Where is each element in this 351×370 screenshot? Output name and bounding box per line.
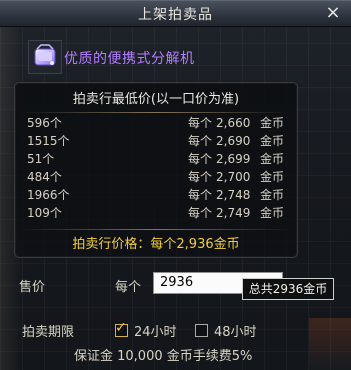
price-row: 1966个 每个 2,748 金币 xyxy=(27,186,297,204)
title-bar: 上架拍卖品 × xyxy=(0,0,351,27)
each-label: 每个 xyxy=(115,280,142,295)
total-price-tooltip: 总共2936金币 xyxy=(242,278,334,300)
deposit-fee-text: 保证金 10,000 金币手续费5% xyxy=(74,349,253,364)
row-currency: 金币 xyxy=(260,170,285,184)
row-each-label: 每个 xyxy=(188,206,213,220)
row-price: 2,749 xyxy=(216,206,251,220)
row-each-label: 每个 xyxy=(188,152,213,166)
row-each-label: 每个 xyxy=(188,188,213,202)
price-row: 596个 每个 2,660 金币 xyxy=(27,114,297,132)
row-currency: 金币 xyxy=(260,134,285,148)
row-quantity: 1966个 xyxy=(27,188,70,202)
row-each-label: 每个 xyxy=(188,116,213,130)
window-title: 上架拍卖品 xyxy=(138,7,213,23)
row-currency: 金币 xyxy=(260,188,285,202)
lowest-price-panel: 拍卖行最低价(以一口价为准) 596个 每个 2,660 金币 1515个 每个… xyxy=(14,82,298,258)
row-quantity: 1515个 xyxy=(27,134,70,148)
lowest-price-list: 596个 每个 2,660 金币 1515个 每个 2,690 金币 51个 每… xyxy=(27,114,297,222)
row-price: 2,660 xyxy=(216,116,251,130)
price-row: 51个 每个 2,699 金币 xyxy=(27,150,297,168)
row-currency: 金币 xyxy=(260,206,285,220)
price-row: 484个 每个 2,700 金币 xyxy=(27,168,297,186)
row-price: 2,699 xyxy=(216,152,251,166)
row-price: 2,748 xyxy=(216,188,251,202)
sell-price-label: 售价 xyxy=(19,280,46,295)
row-currency: 金币 xyxy=(260,116,285,130)
price-row: 1515个 每个 2,690 金币 xyxy=(27,132,297,150)
price-row: 109个 每个 2,749 金币 xyxy=(27,204,297,222)
period-48h-option[interactable]: 48小时 xyxy=(195,321,257,340)
period-48h-label: 48小时 xyxy=(214,325,257,340)
lowest-price-header: 拍卖行最低价(以一口价为准) xyxy=(15,83,297,113)
right-edge-accent xyxy=(309,318,351,370)
row-currency: 金币 xyxy=(260,152,285,166)
row-each-label: 每个 xyxy=(188,170,213,184)
row-price: 2,690 xyxy=(216,134,251,148)
row-quantity: 51个 xyxy=(27,152,55,166)
row-price: 2,700 xyxy=(216,170,251,184)
checkbox-48h[interactable] xyxy=(195,324,208,337)
period-24h-option[interactable]: 24小时 xyxy=(115,320,177,340)
auction-period-label: 拍卖期限 xyxy=(22,325,75,340)
row-quantity: 596个 xyxy=(27,116,62,130)
market-price-text: 拍卖行价格：每个2,936金币 xyxy=(15,229,297,255)
row-quantity: 109个 xyxy=(27,206,62,220)
portable-disassembler-icon xyxy=(28,40,62,74)
row-each-label: 每个 xyxy=(188,134,213,148)
row-quantity: 484个 xyxy=(27,170,62,184)
checkbox-24h[interactable] xyxy=(115,320,128,337)
close-icon: × xyxy=(325,2,341,23)
item-name: 优质的便携式分解机 xyxy=(64,51,195,67)
period-24h-label: 24小时 xyxy=(134,325,177,340)
close-button[interactable]: × xyxy=(321,2,345,24)
